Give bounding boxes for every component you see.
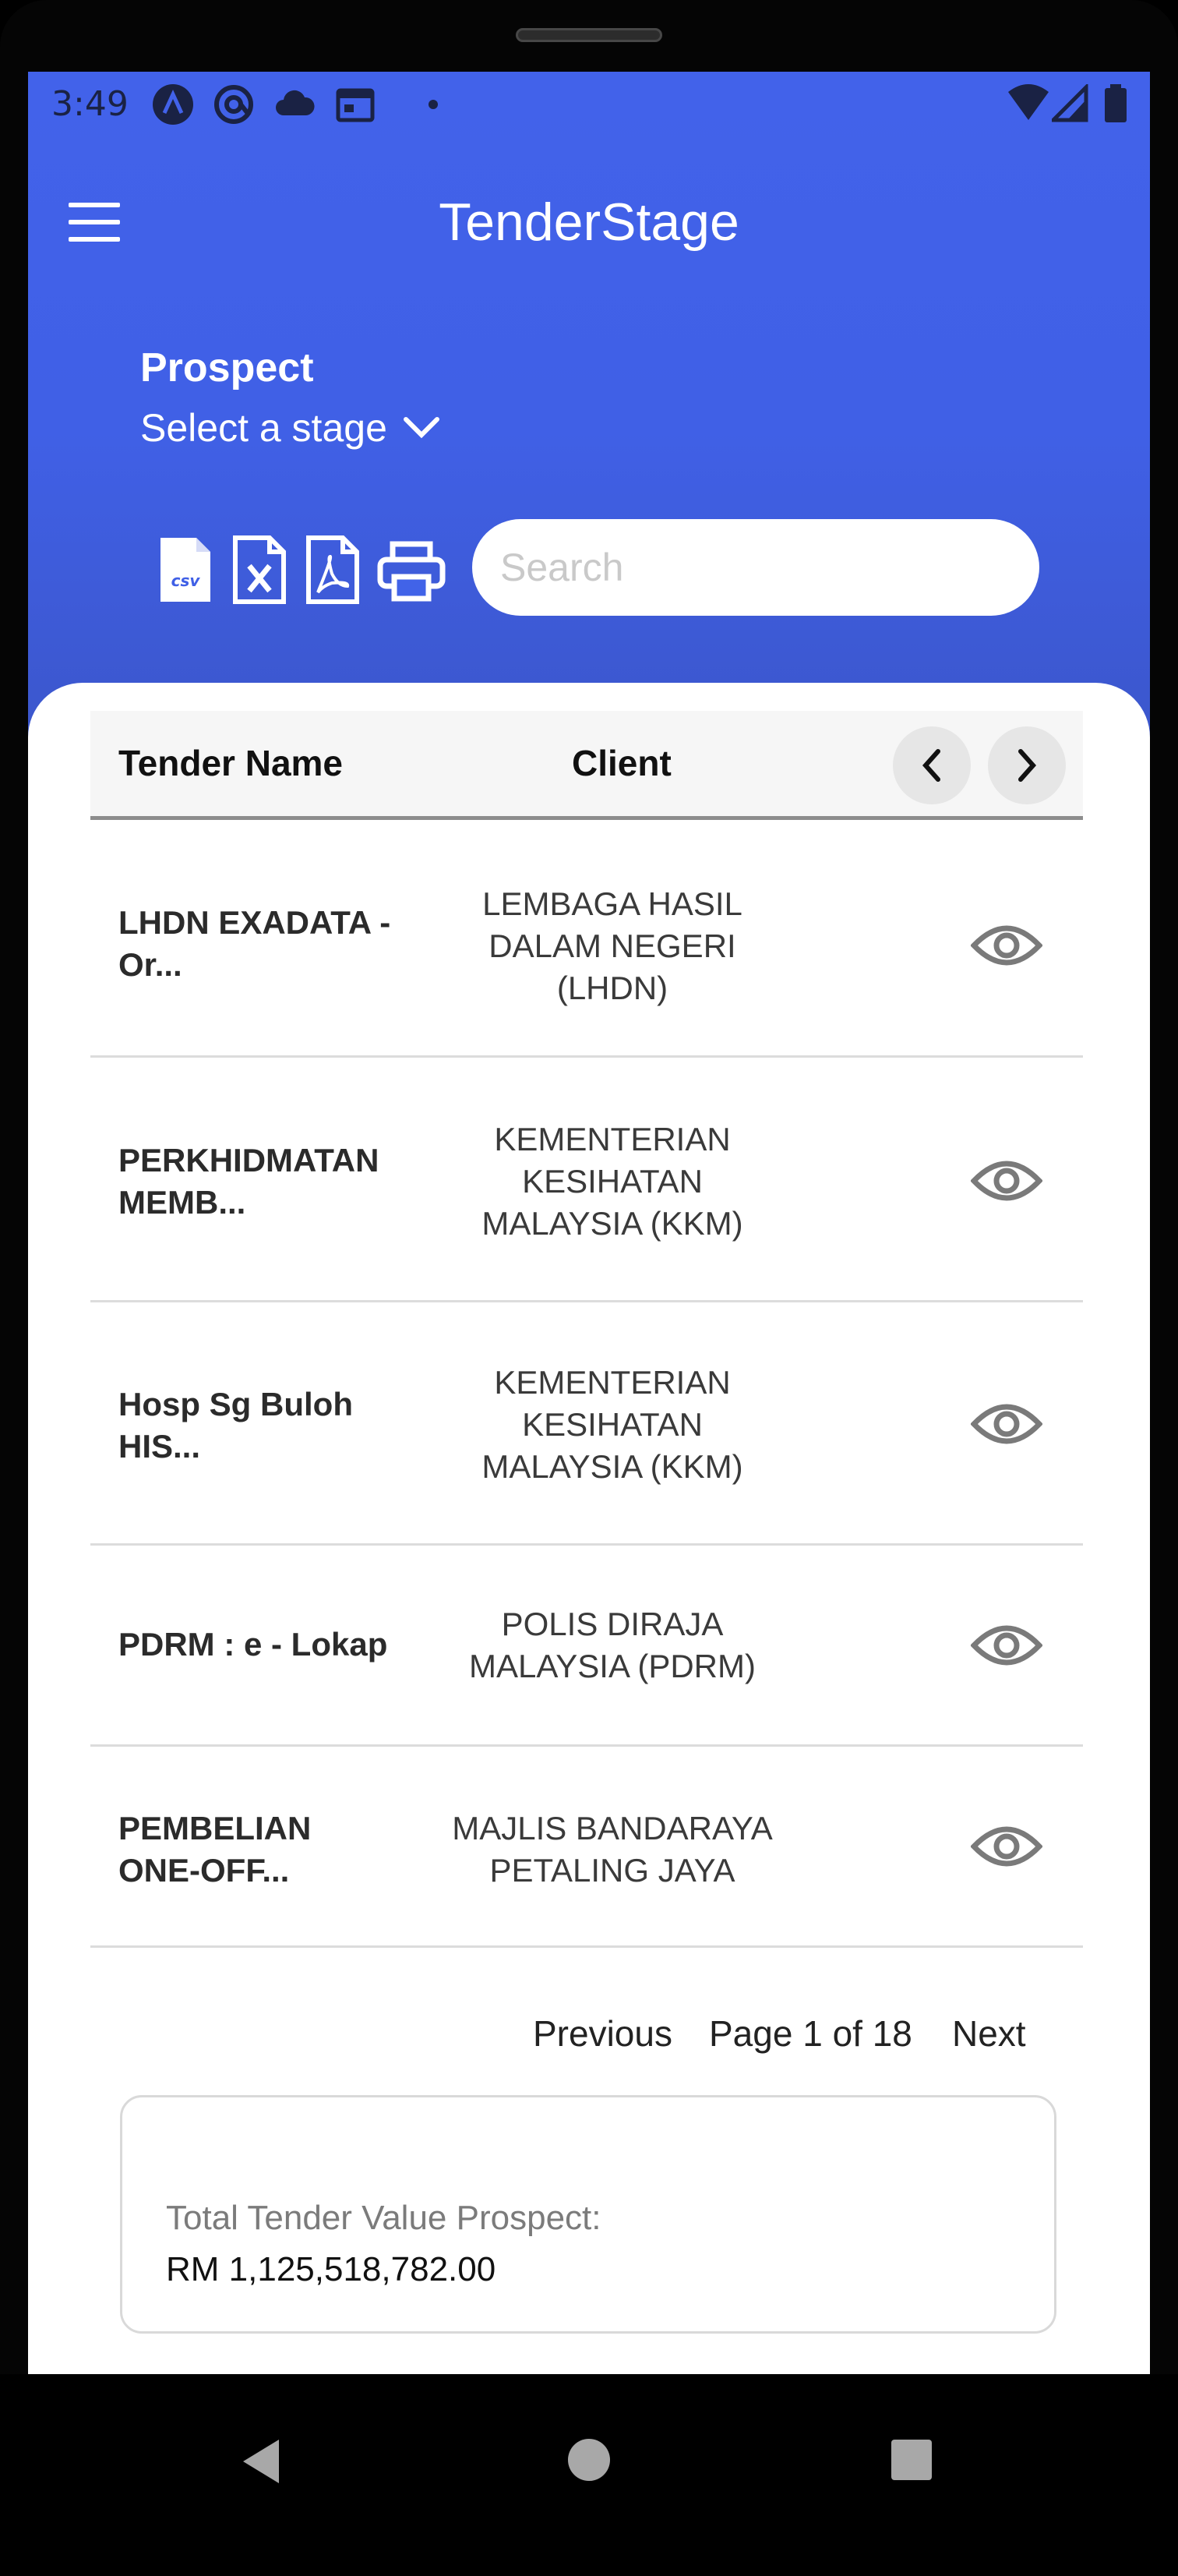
chevron-down-icon	[403, 417, 439, 439]
tender-name-cell: PERKHIDMATAN MEMB...	[118, 1142, 379, 1221]
view-eye-icon[interactable]	[971, 1396, 1042, 1452]
dot-icon	[429, 100, 438, 109]
previous-page-button[interactable]: Previous	[533, 2012, 672, 2055]
scroll-right-button[interactable]	[988, 726, 1066, 804]
chevron-left-icon	[922, 749, 940, 782]
svg-text:csv: csv	[171, 571, 201, 590]
client-cell: LEMBAGA HASIL DALAM NEGERI (LHDN)	[482, 885, 742, 1006]
view-eye-icon[interactable]	[971, 917, 1042, 974]
recent-apps-icon[interactable]	[890, 2438, 933, 2482]
total-value-label: Total Tender Value Prospect:	[166, 2199, 601, 2237]
csv-file-icon[interactable]: csv	[154, 535, 217, 605]
stage-select-text: Select a stage	[140, 406, 387, 450]
page-indicator: Page 1 of 18	[709, 2013, 912, 2054]
app-screen: 3:49 TenderStage Prospect Select a stage…	[28, 72, 1150, 2374]
stage-label: Prospect	[140, 345, 314, 390]
column-header-client: Client	[572, 743, 672, 783]
battery-icon	[1105, 84, 1127, 122]
tender-name-cell: PEMBELIAN ONE-OFF...	[118, 1810, 312, 1889]
app-header: 3:49 TenderStage Prospect Select a stage…	[28, 72, 1150, 789]
client-cell: POLIS DIRAJA MALAYSIA (PDRM)	[469, 1606, 756, 1684]
pdf-file-icon[interactable]	[301, 535, 363, 605]
back-icon[interactable]	[238, 2436, 282, 2486]
next-page-button[interactable]: Next	[952, 2012, 1026, 2055]
table-row[interactable]: PEMBELIAN ONE-OFF... MAJLIS BANDARAYA PE…	[90, 1747, 1083, 1948]
tender-name-cell: LHDN EXADATA - Or...	[118, 904, 391, 983]
view-eye-icon[interactable]	[971, 1153, 1042, 1209]
excel-file-icon[interactable]	[227, 535, 290, 605]
search-input[interactable]	[472, 519, 1039, 616]
view-eye-icon[interactable]	[971, 1818, 1042, 1875]
column-header-tender-name: Tender Name	[118, 743, 344, 783]
scroll-left-button[interactable]	[893, 726, 971, 804]
signal-icon	[1052, 84, 1088, 122]
system-navigation-bar	[0, 2374, 1178, 2576]
status-time: 3:49	[51, 84, 129, 124]
client-cell: MAJLIS BANDARAYA PETALING JAYA	[452, 1810, 773, 1889]
client-cell: KEMENTERIAN KESIHATAN MALAYSIA (KKM)	[481, 1364, 743, 1485]
table-row[interactable]: PERKHIDMATAN MEMB... KEMENTERIAN KESIHAT…	[90, 1058, 1083, 1302]
client-cell: KEMENTERIAN KESIHATAN MALAYSIA (KKM)	[481, 1121, 743, 1242]
a-icon	[153, 84, 193, 125]
status-bar: 3:49	[28, 72, 1150, 134]
at-sign-icon	[214, 85, 253, 124]
app-title: TenderStage	[439, 193, 739, 252]
stage-select-dropdown[interactable]: Select a stage	[140, 405, 440, 451]
total-value-card: Total Tender Value Prospect: RM 1,125,51…	[120, 2095, 1056, 2334]
tender-name-cell: Hosp Sg Buloh HIS...	[118, 1386, 353, 1465]
table-row[interactable]: PDRM : e - Lokap POLIS DIRAJA MALAYSIA (…	[90, 1546, 1083, 1747]
chevron-right-icon	[1018, 749, 1037, 782]
wifi-icon	[1008, 84, 1049, 120]
cloud-icon	[276, 90, 315, 115]
printer-icon[interactable]	[374, 535, 449, 605]
table-row[interactable]: LHDN EXADATA - Or... LEMBAGA HASIL DALAM…	[90, 824, 1083, 1058]
total-value-amount: RM 1,125,518,782.00	[166, 2250, 496, 2288]
table-row[interactable]: Hosp Sg Buloh HIS... KEMENTERIAN KESIHAT…	[90, 1302, 1083, 1546]
view-eye-icon[interactable]	[971, 1617, 1042, 1673]
home-icon[interactable]	[566, 2436, 612, 2483]
calendar-icon	[336, 88, 375, 122]
earpiece-speaker	[516, 28, 662, 42]
device-frame: 3:49 TenderStage Prospect Select a stage…	[0, 0, 1178, 2576]
tender-name-cell: PDRM : e - Lokap	[118, 1626, 388, 1663]
table-header: Tender Name Client	[90, 711, 1083, 820]
